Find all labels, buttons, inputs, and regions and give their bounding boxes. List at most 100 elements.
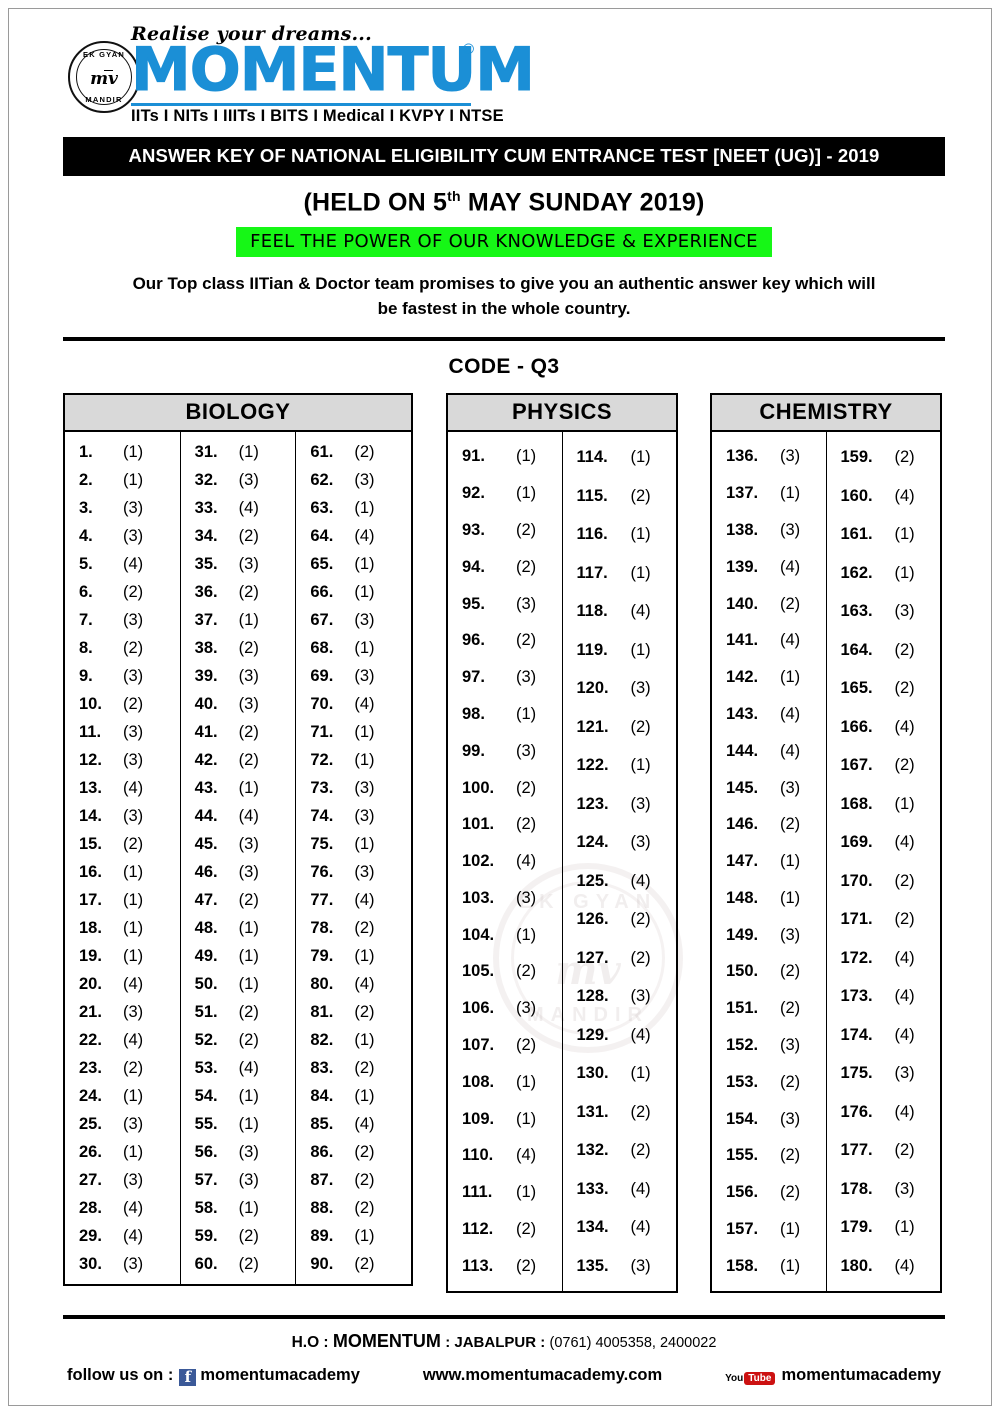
answer-option: (2) xyxy=(354,1255,375,1274)
question-number: 100. xyxy=(462,778,495,797)
answer-option: (2) xyxy=(238,527,259,546)
youtube-tube-text: Tube xyxy=(744,1372,776,1386)
question-number: 139. xyxy=(726,557,759,576)
answer-option: (4) xyxy=(630,1179,651,1198)
question-number: 162. xyxy=(840,563,873,582)
answer-option: (1) xyxy=(123,1087,144,1106)
answer-option: (2) xyxy=(630,717,651,736)
answer-option: (4) xyxy=(894,1256,915,1275)
answer-option: (4) xyxy=(630,1025,651,1044)
question-number: 179. xyxy=(840,1218,873,1237)
answer-row: 130. (1) xyxy=(563,1054,677,1093)
held-on-line: (HELD ON 5th MAY SUNDAY 2019) xyxy=(63,176,945,227)
question-number: 103. xyxy=(462,888,495,907)
answer-option: (2) xyxy=(354,443,375,462)
answer-row: 48. (1) xyxy=(181,914,296,942)
answer-row: 162. (1) xyxy=(827,554,941,593)
answer-row: 179. (1) xyxy=(827,1208,941,1247)
question-number: 133. xyxy=(576,1179,609,1198)
question-number: 32. xyxy=(194,471,218,490)
held-on-suffix: MAY SUNDAY 2019) xyxy=(460,188,705,217)
question-number: 176. xyxy=(840,1102,873,1121)
question-number: 51. xyxy=(194,1003,218,1022)
answer-row: 119. (1) xyxy=(563,631,677,670)
answer-row: 24. (1) xyxy=(65,1082,180,1110)
question-number: 135. xyxy=(576,1256,609,1275)
question-number: 43. xyxy=(194,779,218,798)
question-number: 165. xyxy=(840,679,873,698)
question-number: 67. xyxy=(310,611,334,630)
answer-option: (4) xyxy=(354,975,375,994)
question-number: 17. xyxy=(79,891,102,910)
question-number: 168. xyxy=(840,794,873,813)
answer-row: 28. (4) xyxy=(65,1194,180,1222)
answer-row: 16. (1) xyxy=(65,858,180,886)
answer-option: (2) xyxy=(123,835,144,854)
answer-row: 35. (3) xyxy=(181,550,296,578)
answer-option: (2) xyxy=(238,583,259,602)
answer-option: (1) xyxy=(354,1031,375,1050)
answer-row: 30. (3) xyxy=(65,1250,180,1278)
answer-option: (3) xyxy=(780,778,801,797)
answer-option: (1) xyxy=(354,1087,375,1106)
question-number: 38. xyxy=(194,639,218,658)
answer-option: (3) xyxy=(894,1064,915,1083)
answer-option: (1) xyxy=(354,835,375,854)
question-number: 4. xyxy=(79,527,93,546)
youtube-icon[interactable]: You Tube xyxy=(725,1372,776,1386)
question-number: 25. xyxy=(79,1115,102,1134)
answer-row: 111. (1) xyxy=(448,1174,562,1211)
website-link[interactable]: www.momentumacademy.com xyxy=(423,1366,662,1385)
answer-option: (3) xyxy=(516,741,537,760)
answer-option: (4) xyxy=(894,1102,915,1121)
question-number: 107. xyxy=(462,1036,495,1055)
answer-option: (4) xyxy=(894,948,915,967)
answer-row: 38. (2) xyxy=(181,634,296,662)
question-number: 112. xyxy=(462,1220,494,1239)
question-number: 111. xyxy=(462,1183,493,1202)
question-number: 118. xyxy=(576,602,608,621)
answer-option: (3) xyxy=(238,835,259,854)
question-number: 57. xyxy=(194,1171,218,1190)
answer-row: 100. (2) xyxy=(448,770,562,807)
answer-row: 79. (1) xyxy=(296,942,411,970)
question-number: 89. xyxy=(310,1227,334,1246)
question-number: 28. xyxy=(79,1199,102,1218)
answer-option: (2) xyxy=(630,486,651,505)
answer-row: 88. (2) xyxy=(296,1194,411,1222)
question-number: 117. xyxy=(576,563,608,582)
answer-row: 113. (2) xyxy=(448,1248,562,1285)
answer-row: 141. (4) xyxy=(712,622,826,659)
physics-column-2: 114. (1) 115. (2) 116. (1) 117. (1) 118. (4) 119. (… xyxy=(561,432,677,1292)
question-number: 84. xyxy=(310,1087,334,1106)
seal-bottom-text: MANDIR xyxy=(85,95,123,104)
youtube-handle[interactable]: momentumacademy xyxy=(781,1366,941,1385)
answer-row: 56. (3) xyxy=(181,1138,296,1166)
question-number: 147. xyxy=(726,852,759,871)
question-number: 138. xyxy=(726,520,759,539)
answer-option: (3) xyxy=(894,1179,915,1198)
answer-option: (1) xyxy=(354,555,375,574)
answer-row: 42. (2) xyxy=(181,746,296,774)
answer-row: 50. (1) xyxy=(181,970,296,998)
answer-option: (4) xyxy=(123,1227,144,1246)
answer-option: (3) xyxy=(123,1003,144,1022)
question-number: 19. xyxy=(79,947,102,966)
question-number: 44. xyxy=(194,807,218,826)
answer-row: 8. (2) xyxy=(65,634,180,662)
answer-row: 167. (2) xyxy=(827,746,941,785)
answer-row: 21. (3) xyxy=(65,998,180,1026)
question-number: 136. xyxy=(726,447,759,466)
answer-key-page: Realise your dreams... EK GYAN mv MANDIR… xyxy=(8,8,992,1406)
question-number: 125. xyxy=(576,871,609,890)
question-number: 126. xyxy=(576,910,609,929)
question-number: 16. xyxy=(79,863,102,882)
answer-option: (2) xyxy=(516,1036,537,1055)
answer-row: 93. (2) xyxy=(448,512,562,549)
answer-row: 36. (2) xyxy=(181,578,296,606)
question-number: 159. xyxy=(840,448,873,467)
question-number: 62. xyxy=(310,471,334,490)
question-number: 45. xyxy=(194,835,218,854)
facebook-handle[interactable]: momentumacademy xyxy=(200,1366,360,1385)
facebook-icon[interactable]: f xyxy=(179,1369,197,1387)
